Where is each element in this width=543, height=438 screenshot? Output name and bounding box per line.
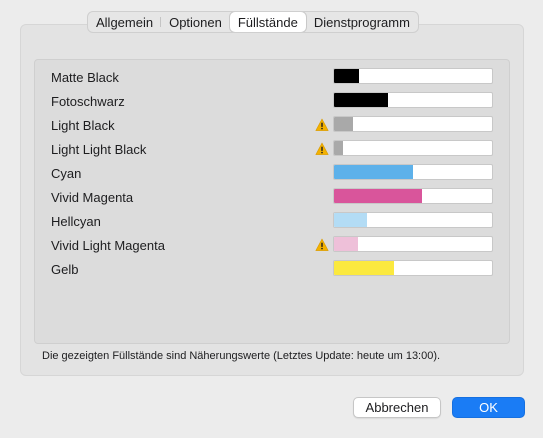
- ink-level-fill: [334, 117, 353, 131]
- warning-icon: [315, 238, 329, 252]
- ink-name: Light Black: [51, 118, 115, 133]
- ink-row: Light Black: [51, 116, 493, 136]
- ink-row: Cyan: [51, 164, 493, 184]
- ok-button[interactable]: OK: [452, 397, 525, 418]
- warning-icon: [315, 118, 329, 132]
- ink-name: Gelb: [51, 262, 79, 277]
- ink-level-bar: [333, 164, 493, 180]
- ink-name: Matte Black: [51, 70, 119, 85]
- ink-level-bar: [333, 92, 493, 108]
- ink-row: Fotoschwarz: [51, 92, 493, 112]
- ink-level-fill: [334, 69, 360, 83]
- ink-level-bar: [333, 188, 493, 204]
- tab-dienstprogramm[interactable]: Dienstprogramm: [306, 12, 418, 32]
- ink-level-bar: [333, 68, 493, 84]
- ink-level-bar: [333, 212, 493, 228]
- ink-row: Hellcyan: [51, 212, 493, 232]
- ink-level-bar: [333, 260, 493, 276]
- ink-row: Vivid Light Magenta: [51, 236, 493, 256]
- ink-level-fill: [334, 93, 388, 107]
- ink-level-bar: [333, 140, 493, 156]
- tab-optionen[interactable]: Optionen: [161, 12, 230, 32]
- cancel-button[interactable]: Abbrechen: [353, 397, 441, 418]
- ink-name: Cyan: [51, 166, 82, 181]
- ink-level-bar: [333, 236, 493, 252]
- warning-icon: [315, 142, 329, 156]
- ink-name: Vivid Magenta: [51, 190, 134, 205]
- ink-level-fill: [334, 141, 344, 155]
- tab-fuellstaende[interactable]: Füllstände: [229, 12, 306, 32]
- ink-name: Vivid Light Magenta: [51, 238, 165, 253]
- tab-bar: Allgemein Optionen Füllstände Dienstprog…: [87, 11, 419, 33]
- ink-level-fill: [334, 237, 358, 251]
- ink-level-fill: [334, 213, 368, 227]
- ink-name: Hellcyan: [51, 214, 101, 229]
- ink-level-fill: [334, 189, 423, 203]
- ink-level-bar: [333, 116, 493, 132]
- ink-level-fill: [334, 261, 395, 275]
- ink-name: Light Light Black: [51, 142, 147, 157]
- ink-row: Matte Black: [51, 68, 493, 88]
- approximation-note: Die gezeigten Füllstände sind Näherungsw…: [42, 350, 441, 362]
- ink-row: Vivid Magenta: [51, 188, 493, 208]
- ink-name: Fotoschwarz: [51, 94, 125, 109]
- tab-allgemein[interactable]: Allgemein: [88, 12, 162, 32]
- ink-level-fill: [334, 165, 413, 179]
- ink-row: Light Light Black: [51, 140, 493, 160]
- ink-row: Gelb: [51, 260, 493, 280]
